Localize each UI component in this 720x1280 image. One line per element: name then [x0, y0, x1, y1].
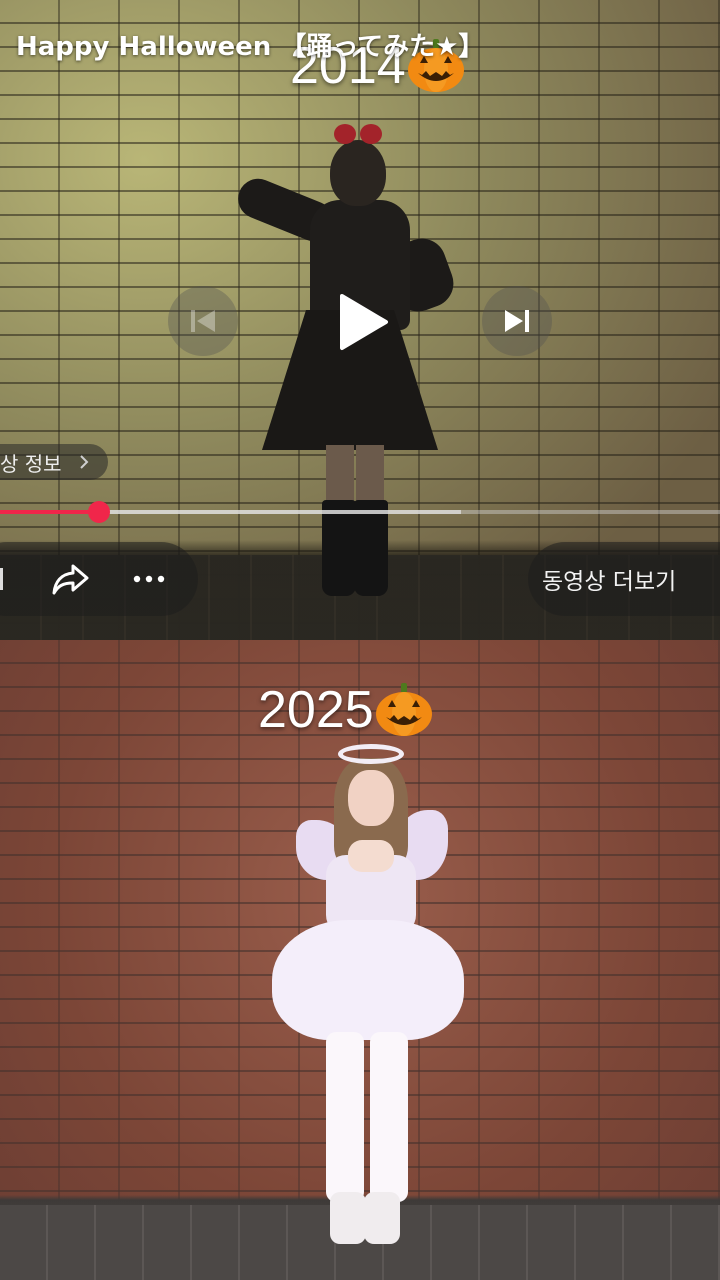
video-info-link[interactable]: 상 정보: [0, 444, 108, 480]
play-icon: [340, 294, 388, 350]
more-button[interactable]: [128, 558, 170, 600]
previous-button[interactable]: [168, 286, 238, 356]
chevron-right-icon: [79, 455, 88, 469]
year-label-bottom: 2025: [258, 680, 434, 740]
more-icon: [133, 575, 165, 583]
progress-played: [0, 510, 100, 514]
next-button[interactable]: [482, 286, 552, 356]
video-title: Happy Halloween 【踊ってみた★】: [16, 32, 485, 62]
progress-scrubber[interactable]: [88, 501, 111, 523]
progress-bar[interactable]: [0, 501, 720, 523]
play-button[interactable]: [322, 282, 402, 362]
previous-icon: [191, 310, 215, 332]
more-videos-label: 동영상 더보기: [542, 569, 677, 595]
video-info-label: 상 정보: [0, 451, 62, 476]
share-button[interactable]: [50, 558, 92, 600]
share-icon: [52, 564, 89, 595]
next-icon: [505, 310, 529, 332]
action-bar: [0, 542, 198, 616]
top-video-panel[interactable]: 2014 Happy Halloween 【踊ってみた★】 상 정보 동영상 더…: [0, 0, 720, 640]
action-divider: [0, 568, 3, 590]
halo: [338, 744, 404, 764]
pumpkin-icon: [374, 681, 434, 737]
more-videos-button[interactable]: 동영상 더보기: [528, 542, 720, 616]
red-bow: [330, 120, 386, 144]
